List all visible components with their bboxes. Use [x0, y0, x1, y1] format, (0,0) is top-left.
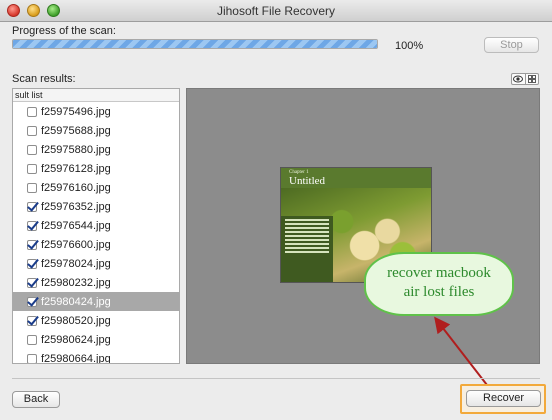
scan-results-label: Scan results: — [12, 73, 76, 85]
file-checkbox[interactable] — [27, 277, 37, 288]
scan-progress-fill — [13, 40, 377, 48]
file-checkbox[interactable] — [27, 296, 37, 307]
progress-label: Progress of the scan: — [12, 25, 116, 37]
stop-button[interactable]: Stop — [484, 37, 539, 53]
doc-text-block — [281, 216, 333, 282]
scan-progress-bar — [12, 39, 378, 49]
file-name: f25980232.jpg — [41, 276, 111, 289]
title-bar: Jihosoft File Recovery — [0, 0, 552, 22]
file-checkbox[interactable] — [27, 239, 37, 250]
file-row[interactable]: f25978024.jpg — [13, 254, 179, 273]
file-checkbox[interactable] — [27, 220, 37, 231]
file-row[interactable]: f25975688.jpg — [13, 121, 179, 140]
file-name: f25980520.jpg — [41, 314, 111, 327]
list-header: sult list — [13, 89, 179, 102]
file-row[interactable]: f25980232.jpg — [13, 273, 179, 292]
file-checkbox[interactable] — [27, 163, 37, 174]
file-name: f25975688.jpg — [41, 124, 111, 137]
window-title: Jihosoft File Recovery — [216, 4, 336, 18]
file-row[interactable]: f25976544.jpg — [13, 216, 179, 235]
file-row[interactable]: f25980520.jpg — [13, 311, 179, 330]
file-row[interactable]: f25976160.jpg — [13, 178, 179, 197]
file-checkbox[interactable] — [27, 258, 37, 269]
view-toggle[interactable] — [511, 73, 539, 85]
file-row[interactable]: f25976352.jpg — [13, 197, 179, 216]
file-name: f25976352.jpg — [41, 200, 111, 213]
file-row[interactable]: f25975880.jpg — [13, 140, 179, 159]
file-name: f25978024.jpg — [41, 257, 111, 270]
file-name: f25976544.jpg — [41, 219, 111, 232]
file-name: f25976128.jpg — [41, 162, 111, 175]
file-row[interactable]: f25976128.jpg — [13, 159, 179, 178]
file-name: f25980664.jpg — [41, 352, 111, 364]
file-checkbox[interactable] — [27, 315, 37, 326]
file-checkbox[interactable] — [27, 353, 37, 363]
doc-title: Untitled — [289, 175, 326, 187]
file-row[interactable]: f25980424.jpg — [13, 292, 179, 311]
recover-button[interactable]: Recover — [466, 390, 541, 407]
callout-bubble: recover macbook air lost files — [364, 252, 514, 316]
file-name: f25975880.jpg — [41, 143, 111, 156]
file-checkbox[interactable] — [27, 125, 37, 136]
callout-line-1: recover macbook — [387, 265, 491, 281]
file-checkbox[interactable] — [27, 201, 37, 212]
file-name: f25980624.jpg — [41, 333, 111, 346]
file-checkbox[interactable] — [27, 334, 37, 345]
file-checkbox[interactable] — [27, 182, 37, 193]
file-list[interactable]: sult list f25975496.jpg f25975688.jpg f259… — [12, 88, 180, 364]
file-checkbox[interactable] — [27, 144, 37, 155]
file-name: f25976600.jpg — [41, 238, 111, 251]
file-name: f25980424.jpg — [41, 295, 111, 308]
file-row[interactable]: f25976600.jpg — [13, 235, 179, 254]
footer-divider — [12, 378, 540, 379]
file-row[interactable]: f25980664.jpg — [13, 349, 179, 364]
preview-panel: Chapter 1 Untitled — [186, 88, 540, 364]
file-checkbox[interactable] — [27, 106, 37, 117]
back-button[interactable]: Back — [12, 391, 60, 408]
file-row[interactable]: f25980624.jpg — [13, 330, 179, 349]
progress-percent: 100% — [395, 40, 424, 52]
callout-line-2: air lost files — [403, 284, 475, 300]
file-name: f25976160.jpg — [41, 181, 111, 194]
eye-icon[interactable] — [512, 74, 526, 84]
file-row[interactable]: f25975496.jpg — [13, 102, 179, 121]
file-name: f25975496.jpg — [41, 105, 111, 118]
file-rows: f25975496.jpg f25975688.jpg f25975880.jpg f… — [13, 102, 179, 364]
grid-icon[interactable] — [526, 74, 539, 84]
